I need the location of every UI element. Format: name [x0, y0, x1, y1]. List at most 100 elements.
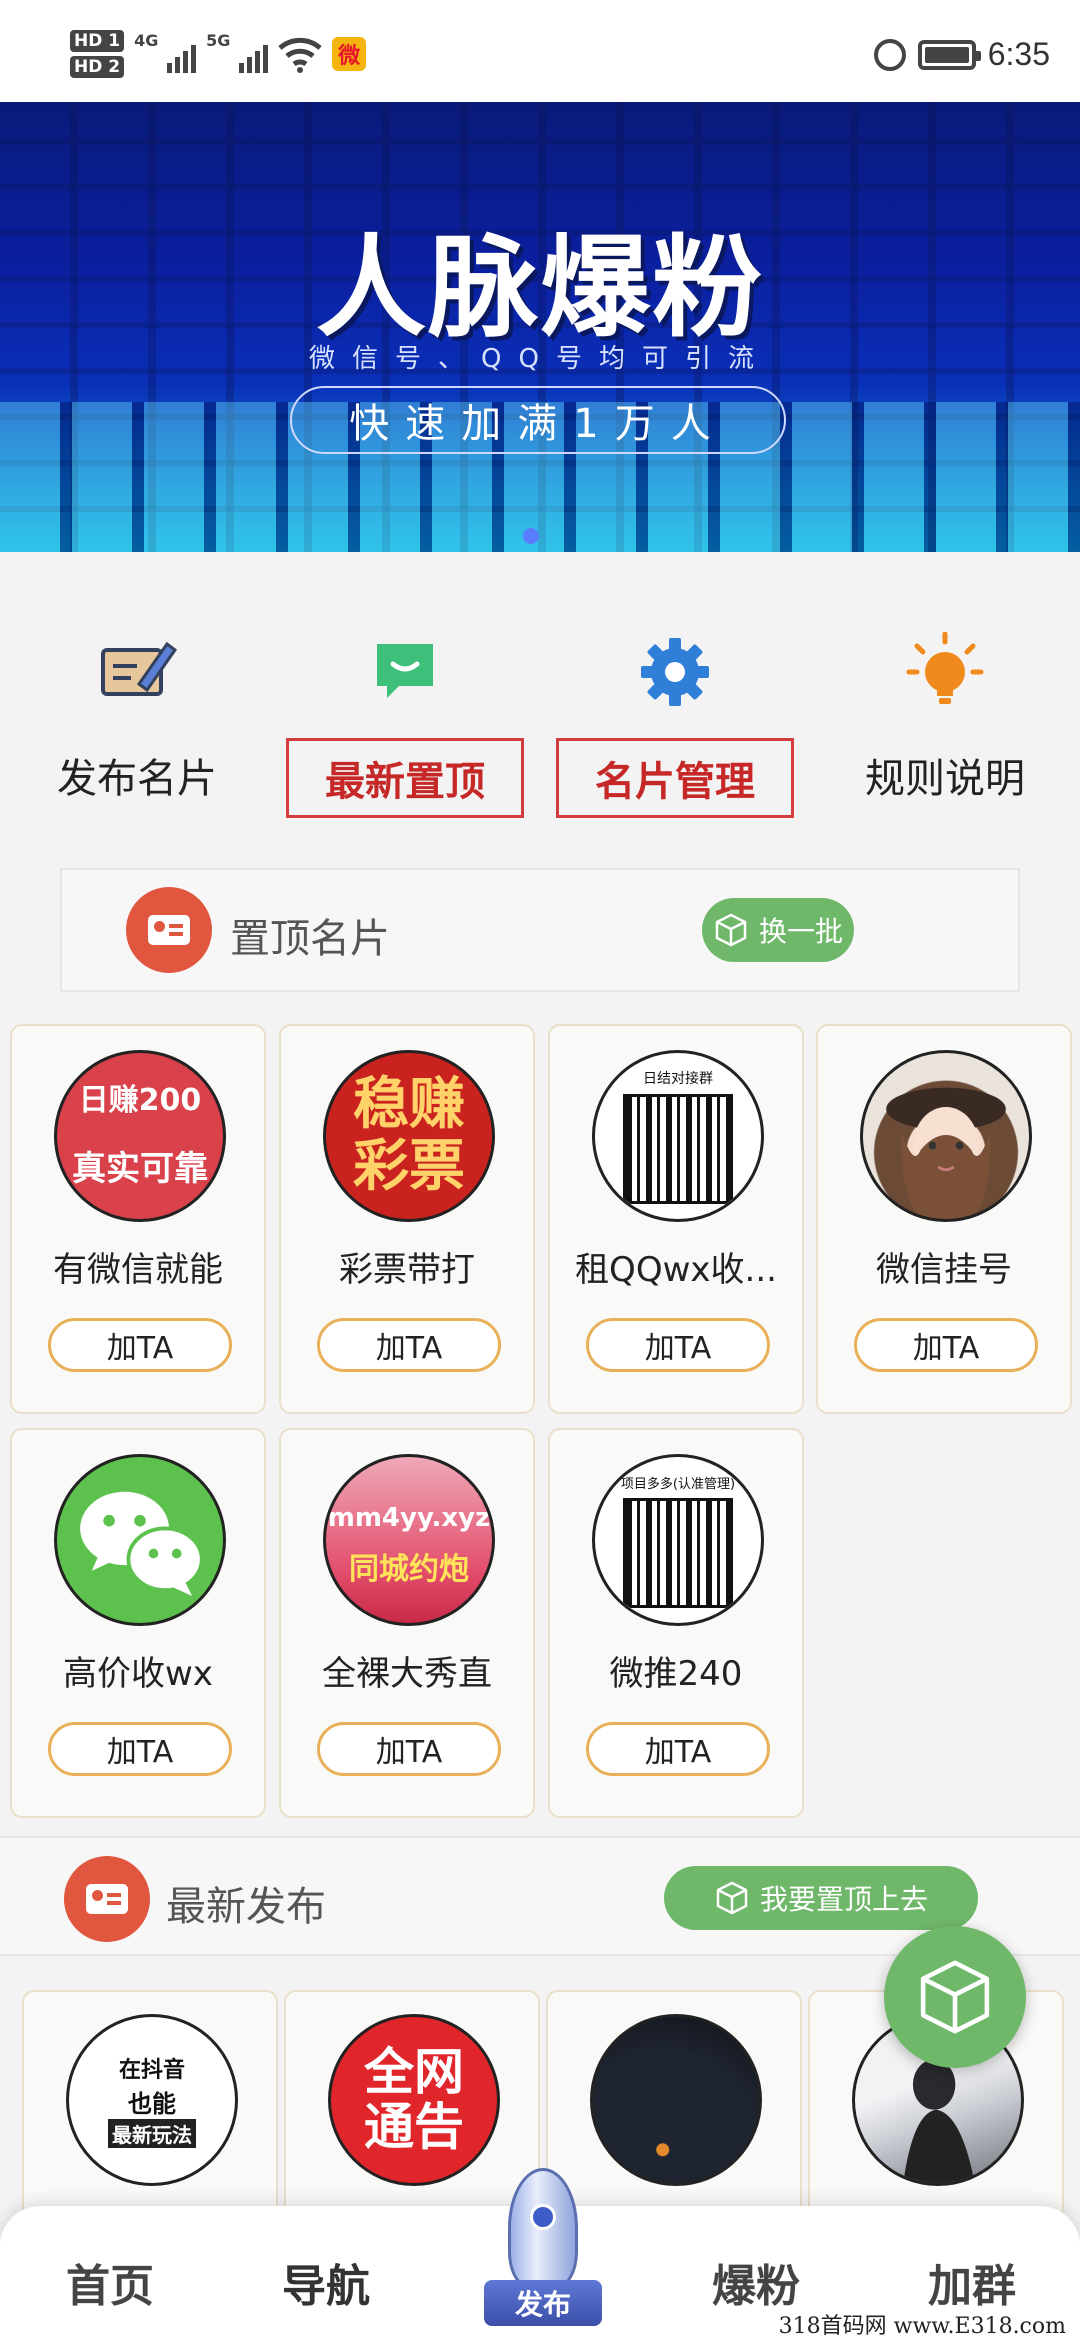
nav-home[interactable]: 首页: [66, 2250, 154, 2314]
avatar-text: 真实可靠: [72, 1148, 208, 1189]
quick-label-card-manage: 名片管理: [556, 738, 794, 818]
card-name: 租QQwx收...: [575, 1250, 777, 1290]
avatar: 稳赚 彩票: [323, 1050, 495, 1222]
quick-item-rules[interactable]: 规则说明: [830, 608, 1060, 828]
nav-boost-fans[interactable]: 爆粉: [712, 2250, 800, 2314]
net1-label: 4G: [134, 31, 159, 50]
weibo-icon: 微: [332, 37, 367, 71]
avatar-text: 在抖音: [118, 2058, 185, 2083]
quick-item-card-manage[interactable]: 名片管理: [556, 608, 794, 828]
avatar: 全网 通告: [328, 2014, 500, 2186]
refresh-batch-label: 换一批: [758, 915, 843, 948]
quick-item-latest-pinned[interactable]: 最新置顶: [286, 608, 524, 828]
banner-title: 人脉爆粉: [316, 224, 764, 352]
pinned-card[interactable]: 高价收wx 加TA: [10, 1428, 266, 1818]
avatar-text: 也能: [128, 2090, 176, 2118]
hd1-label: HD 1: [70, 30, 125, 52]
cube-icon: [715, 913, 747, 947]
qr-code: [623, 1497, 733, 1608]
pinned-card[interactable]: 微信挂号 加TA: [816, 1024, 1072, 1414]
pinned-title: 置顶名片: [230, 916, 390, 962]
banner-subtitle: 微信号、QQ号均可引流: [309, 344, 771, 374]
quick-label-latest-pinned: 最新置顶: [286, 738, 524, 818]
avatar-text: 全网: [364, 2043, 464, 2101]
avatar-text: mm4yy.xyz: [327, 1503, 491, 1534]
message-icon: [365, 632, 445, 712]
floating-cube-button[interactable]: [884, 1926, 1026, 2068]
pin-me-label: 我要置顶上去: [759, 1883, 928, 1916]
clock: 6:35: [987, 36, 1050, 72]
avatar: 日赚200 真实可靠: [54, 1050, 226, 1222]
pinned-card[interactable]: 稳赚 彩票 彩票带打 加TA: [279, 1024, 535, 1414]
nav-join-group[interactable]: 加群: [928, 2250, 1016, 2314]
pinned-card[interactable]: 日结对接群 租QQwx收... 加TA: [548, 1024, 804, 1414]
nav-navigation[interactable]: 导航: [282, 2250, 370, 2314]
signal-icon: 4G: [134, 31, 197, 77]
card-name: 彩票带打: [339, 1250, 475, 1290]
qr-code: [623, 1094, 733, 1204]
nav-publish-label: 发布: [484, 2280, 602, 2326]
quick-item-publish[interactable]: 发布名片: [22, 608, 252, 828]
avatar: 在抖音 也能 最新玩法: [66, 2014, 238, 2186]
quick-menu: 发布名片 最新置顶 名片管理 规则说明: [0, 608, 1080, 848]
pinned-section-header: 置顶名片 换一批: [60, 868, 1020, 992]
cube-icon: [716, 1881, 748, 1915]
hd-indicator: HD 1 HD 2: [70, 30, 125, 78]
add-ta-button[interactable]: 加TA: [48, 1318, 232, 1372]
wechat-logo-icon: [80, 1491, 204, 1596]
person-photo: [886, 1087, 1006, 1219]
status-bar: HD 1 HD 2 4G 5G 微 6:35: [0, 0, 1080, 102]
avatar: 日结对接群: [592, 1050, 764, 1222]
card-name: 微推240: [609, 1654, 743, 1694]
add-ta-button[interactable]: 加TA: [317, 1722, 501, 1776]
add-ta-button[interactable]: 加TA: [586, 1722, 770, 1776]
add-ta-button[interactable]: 加TA: [854, 1318, 1038, 1372]
net2-label: 5G: [206, 31, 231, 50]
pin-me-button[interactable]: 我要置顶上去: [664, 1866, 978, 1930]
add-ta-button[interactable]: 加TA: [586, 1318, 770, 1372]
promo-banner[interactable]: 人脉爆粉 微信号、QQ号均可引流 快速加满1万人: [0, 102, 1080, 552]
quick-label-rules: 规则说明: [865, 756, 1025, 802]
avatar-text: 同城约炮: [349, 1551, 469, 1587]
card-name: 微信挂号: [876, 1250, 1012, 1290]
avatar-text: 项目多多(认准管理): [620, 1476, 736, 1492]
avatar-text: 最新玩法: [108, 2119, 196, 2148]
battery-icon: [917, 39, 981, 70]
refresh-batch-button[interactable]: 换一批: [702, 898, 854, 962]
cube-icon: [920, 1960, 990, 2034]
business-card-icon: [64, 1856, 150, 1942]
pinned-card[interactable]: 日赚200 真实可靠 有微信就能 加TA: [10, 1024, 266, 1414]
pinned-card[interactable]: mm4yy.xyz 同城约炮 全裸大秀直 加TA: [279, 1428, 535, 1818]
carousel-dot[interactable]: [523, 528, 539, 544]
lightbulb-icon: [905, 631, 985, 712]
pinned-card[interactable]: 项目多多(认准管理) 微推240 加TA: [548, 1428, 804, 1818]
hd2-label: HD 2: [70, 56, 125, 78]
avatar: [860, 1050, 1032, 1222]
avatar-text: 稳赚: [353, 1072, 465, 1138]
edit-card-icon: [97, 632, 178, 712]
add-ta-button[interactable]: 加TA: [317, 1318, 501, 1372]
avatar: mm4yy.xyz 同城约炮: [323, 1454, 495, 1626]
nav-publish-button[interactable]: 发布: [478, 2168, 608, 2340]
latest-card[interactable]: 在抖音 也能 最新玩法: [22, 1990, 278, 2220]
card-name: 有微信就能: [53, 1250, 223, 1290]
business-card-icon: [126, 887, 212, 973]
add-ta-button[interactable]: 加TA: [48, 1722, 232, 1776]
avatar: [54, 1454, 226, 1626]
signal-icon-2: 5G: [206, 31, 269, 77]
quick-label-publish: 发布名片: [57, 756, 217, 802]
watermark: 318首码网 www.E318.com: [772, 2306, 1072, 2340]
avatar-text: 通告: [364, 2098, 464, 2156]
avatar: [590, 2014, 762, 2186]
gear-icon: [635, 632, 715, 712]
avatar: 项目多多(认准管理): [592, 1454, 764, 1626]
card-name: 高价收wx: [63, 1654, 213, 1694]
card-name: 全裸大秀直: [322, 1654, 492, 1694]
avatar-text: 彩票: [353, 1134, 465, 1199]
avatar-text: 日赚200: [78, 1082, 202, 1118]
banner-pill: 快速加满1万人: [290, 386, 786, 454]
avatar-text: 日结对接群: [643, 1071, 713, 1087]
wifi-icon: [278, 34, 322, 74]
alarm-icon: [873, 38, 906, 71]
latest-title: 最新发布: [166, 1884, 326, 1930]
